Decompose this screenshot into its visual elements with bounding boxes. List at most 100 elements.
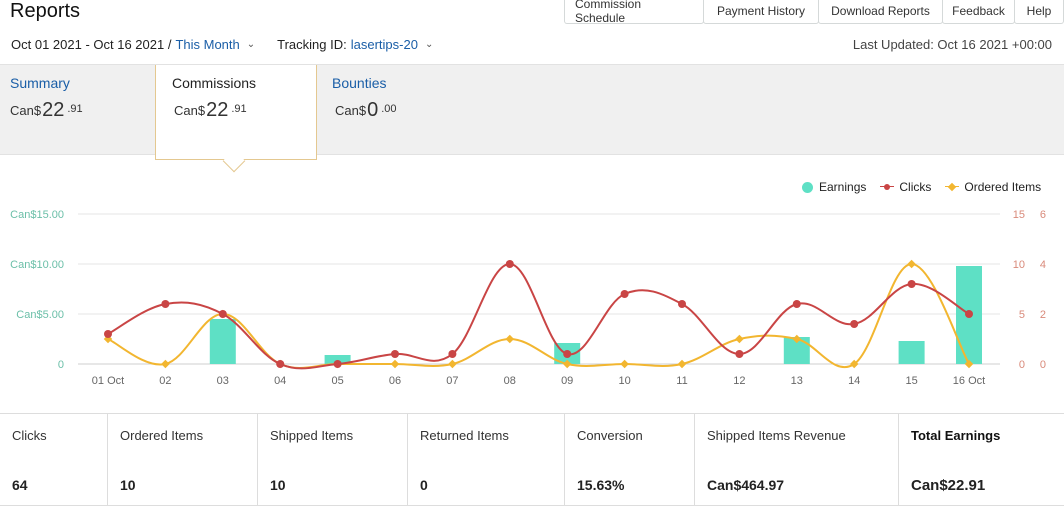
x-tick-label: 15	[905, 375, 917, 387]
stat-label: Shipped Items	[270, 428, 354, 443]
stat-value: 0	[420, 477, 428, 493]
chart-legend: Earnings Clicks Ordered Items	[802, 180, 1041, 194]
stat-label: Clicks	[12, 428, 47, 443]
amount-cents: .91	[67, 103, 83, 115]
earnings-chart: Can$15.00Can$10.00Can$5.000151050642001 …	[10, 209, 1046, 387]
ordered-items-point	[620, 359, 629, 369]
x-tick-label: 07	[446, 375, 458, 387]
y-tick-label-clicks: 5	[1019, 309, 1025, 321]
currency: Can$	[335, 103, 367, 118]
stat-value: 15.63%	[577, 477, 625, 493]
chevron-down-icon: ⌄	[424, 39, 434, 50]
y-tick-label-clicks: 15	[1013, 209, 1025, 221]
stat-value: Can$22.91	[911, 477, 986, 494]
clicks-point	[620, 290, 629, 298]
page-title: Reports	[10, 0, 81, 22]
x-tick-label: 09	[561, 375, 573, 387]
date-range: Oct 01 2021 - Oct 16 2021 /	[11, 37, 172, 52]
clicks-point	[850, 320, 859, 328]
legend-label: Earnings	[819, 180, 867, 194]
y-tick-label-earnings: 0	[58, 359, 64, 371]
x-tick-label: 11	[676, 375, 687, 387]
tab-label: Summary	[10, 75, 70, 91]
x-tick-label: 08	[504, 375, 516, 387]
stat-label: Shipped Items Revenue	[707, 428, 846, 443]
tracking-id-value: lasertips-20	[350, 37, 418, 52]
x-tick-label: 05	[331, 375, 343, 387]
y-tick-label-earnings: Can$5.00	[16, 309, 64, 321]
tab-summary[interactable]: Summary Can$ 22 .91	[0, 65, 155, 156]
clicks-point	[735, 350, 744, 358]
clicks-point	[505, 260, 514, 268]
x-tick-label: 16 Oct	[953, 375, 985, 387]
period-dropdown[interactable]: This Month ⌄	[175, 37, 255, 52]
clicks-point	[104, 330, 112, 338]
amount-cents: .00	[381, 103, 397, 115]
help-button[interactable]: Help	[1014, 0, 1064, 24]
amount-whole: 22	[42, 99, 65, 121]
currency: Can$	[10, 103, 42, 118]
x-tick-label: 14	[848, 375, 860, 387]
stat-shipped-items-revenue: Shipped Items Revenue Can$464.97	[695, 414, 899, 505]
stat-shipped-items: Shipped Items 10	[258, 414, 408, 505]
currency: Can$	[174, 103, 206, 118]
tab-amount: Can$ 0 .00	[332, 99, 472, 122]
y-tick-label-clicks: 0	[1019, 359, 1025, 371]
stat-total-earnings: Total Earnings Can$22.91	[899, 414, 1064, 505]
feedback-button[interactable]: Feedback	[942, 0, 1015, 24]
download-reports-button[interactable]: Download Reports	[818, 0, 943, 24]
tab-commissions[interactable]: Commissions Can$ 22 .91	[155, 65, 317, 160]
earnings-bar	[209, 319, 236, 364]
stat-value: 10	[270, 477, 286, 493]
y-tick-label-earnings: Can$10.00	[10, 259, 64, 271]
x-tick-label: 06	[389, 375, 401, 387]
amount-whole: 0	[367, 99, 379, 121]
clicks-point	[391, 350, 399, 358]
tab-bounties[interactable]: Bounties Can$ 0 .00	[322, 65, 482, 156]
top-nav: Commission Schedule Payment History Down…	[564, 0, 1064, 25]
amount-whole: 22	[206, 99, 229, 121]
stat-returned-items: Returned Items 0	[408, 414, 565, 505]
clicks-point	[333, 360, 342, 368]
stat-label: Total Earnings	[911, 428, 1001, 443]
tab-amount: Can$ 22 .91	[166, 99, 306, 122]
clicks-point	[448, 350, 457, 358]
clicks-point	[907, 280, 916, 288]
x-tick-label: 04	[274, 375, 286, 387]
chevron-down-icon: ⌄	[246, 39, 256, 50]
date-filter-row: Oct 01 2021 - Oct 16 2021 / This Month ⌄…	[11, 37, 433, 52]
commission-schedule-button[interactable]: Commission Schedule	[564, 0, 704, 25]
tracking-id-dropdown[interactable]: Tracking ID: lasertips-20 ⌄	[277, 37, 433, 52]
ordered-items-point	[907, 259, 916, 269]
stat-clicks: Clicks 64	[0, 414, 108, 505]
x-tick-label: 03	[217, 375, 229, 387]
y-tick-label-ordered: 4	[1040, 259, 1046, 271]
clicks-point	[563, 350, 572, 358]
legend-label: Clicks	[899, 180, 932, 194]
payment-history-button[interactable]: Payment History	[703, 0, 819, 24]
legend-ordered-items[interactable]: Ordered Items	[945, 180, 1041, 194]
ordered-items-point	[448, 359, 457, 369]
clicks-point	[792, 300, 801, 308]
tab-label: Bounties	[332, 75, 387, 91]
last-updated: Last Updated: Oct 16 2021 +00:00	[852, 37, 1052, 52]
ordered-items-line	[107, 262, 970, 369]
y-tick-label-earnings: Can$15.00	[10, 209, 64, 221]
summary-tabs: Summary Can$ 22 .91 Commissions Can$ 22 …	[0, 64, 1064, 160]
legend-clicks[interactable]: Clicks	[880, 180, 931, 194]
ordered-items-point	[735, 334, 744, 344]
tracking-label: Tracking ID:	[277, 37, 347, 52]
legend-earnings[interactable]: Earnings	[802, 180, 866, 194]
y-tick-label-clicks: 10	[1013, 259, 1025, 271]
tab-label: Commissions	[172, 75, 257, 91]
ordered-items-swatch-icon	[945, 182, 960, 192]
clicks-point	[161, 300, 170, 308]
reports-page: Reports Commission Schedule Payment Hist…	[0, 0, 1064, 510]
stat-ordered-items: Ordered Items 10	[108, 414, 258, 505]
y-tick-label-ordered: 6	[1040, 209, 1046, 221]
clicks-point	[218, 310, 227, 318]
y-tick-label-ordered: 2	[1040, 309, 1046, 321]
x-tick-label: 10	[618, 375, 630, 387]
ordered-items-point	[390, 359, 400, 369]
ordered-items-point	[505, 334, 515, 344]
